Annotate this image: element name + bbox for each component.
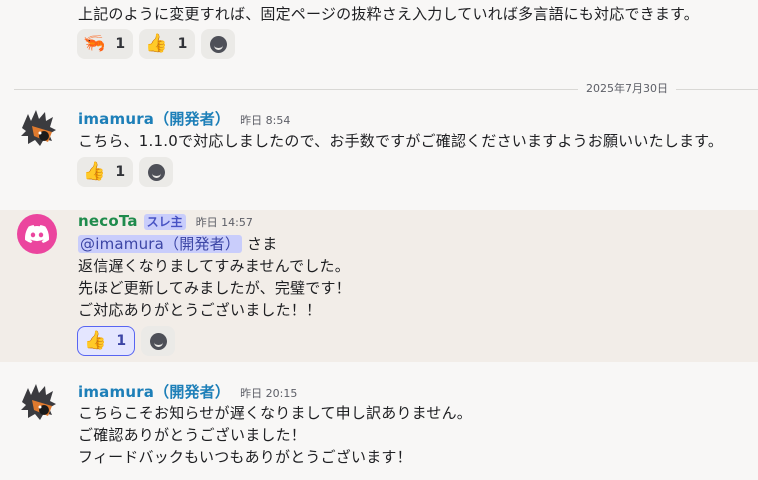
message-continued: 上記のように変更すれば、固定ページの抜粋さえ入力していれば多言語にも対応できます…: [0, 0, 758, 62]
username[interactable]: imamura（開発者）: [78, 108, 230, 129]
reaction-count: 1: [115, 164, 126, 180]
reaction-shrimp[interactable]: 🦐 1: [77, 29, 134, 59]
reaction-bar: 🦐 1 👍 1: [77, 29, 236, 59]
smile-icon: [147, 163, 165, 181]
thumbs-up-icon: 👍: [84, 330, 107, 351]
smile-icon: [149, 332, 167, 350]
message-header: necoTa スレ主 昨日 14:57: [78, 212, 253, 234]
message: imamura（開発者） 昨日 8:54 こちら、1.1.0で対応しましたので、…: [0, 100, 758, 196]
user-mention[interactable]: @imamura（開発者）: [78, 235, 243, 253]
add-reaction-button[interactable]: [141, 326, 176, 356]
add-reaction-button[interactable]: [139, 157, 174, 187]
reaction-bar: 👍 1: [77, 157, 174, 187]
message-line: こちらこそお知らせが遅くなりまして申し訳ありません。: [78, 404, 473, 422]
message-line: フィードバックもいつもありがとうございます！: [78, 448, 412, 466]
timestamp[interactable]: 昨日 14:57: [196, 214, 253, 230]
thumbs-up-icon: 👍: [145, 33, 168, 54]
op-badge: スレ主: [143, 214, 186, 230]
message-line: 先ほど更新してみましたが、完璧です！: [78, 279, 351, 297]
reaction-count: 1: [116, 333, 127, 349]
message-body: @imamura（開発者） さま 返信遅くなりましてすみませんでした。 先ほど更…: [78, 233, 351, 321]
reaction-thumbs-up[interactable]: 👍 1: [77, 326, 136, 356]
mention-line: @imamura（開発者） さま: [78, 233, 351, 255]
message: imamura（開発者） 昨日 20:15 こちらこそお知らせが遅くなりまして申…: [0, 374, 758, 480]
message-line: ご対応ありがとうございました！！: [78, 301, 322, 319]
username[interactable]: necoTa: [78, 212, 138, 230]
message-highlighted: necoTa スレ主 昨日 14:57 @imamura（開発者） さま 返信遅…: [0, 210, 758, 362]
hedgehog-avatar[interactable]: [18, 382, 58, 422]
thumbs-up-icon: 👍: [83, 161, 106, 182]
message-line: ご確認ありがとうございました！: [78, 426, 307, 444]
shrimp-icon: 🦐: [83, 33, 106, 54]
smile-icon: [209, 35, 227, 53]
add-reaction-button[interactable]: [201, 29, 236, 59]
timestamp[interactable]: 昨日 8:54: [240, 112, 290, 128]
hedgehog-avatar[interactable]: [18, 108, 58, 148]
message-header: imamura（開発者） 昨日 8:54: [78, 108, 290, 130]
username[interactable]: imamura（開発者）: [78, 381, 230, 402]
message-header: imamura（開発者） 昨日 20:15: [78, 381, 297, 403]
reaction-count: 1: [177, 36, 188, 52]
mention-suffix: さま: [242, 235, 278, 253]
message-line: 返信遅くなりましてすみませんでした。: [78, 257, 350, 275]
reaction-thumbs-up[interactable]: 👍 1: [139, 29, 196, 59]
discord-avatar[interactable]: [17, 214, 57, 254]
reaction-count: 1: [115, 36, 126, 52]
discord-icon: [25, 225, 49, 243]
reaction-bar: 👍 1: [77, 326, 176, 356]
date-divider: 2025年7月30日: [578, 82, 676, 96]
reaction-thumbs-up[interactable]: 👍 1: [77, 157, 134, 187]
message-body: こちらこそお知らせが遅くなりまして申し訳ありません。 ご確認ありがとうございまし…: [78, 402, 472, 468]
timestamp[interactable]: 昨日 20:15: [240, 385, 297, 401]
message-text: 上記のように変更すれば、固定ページの抜粋さえ入力していれば多言語にも対応できます…: [78, 5, 699, 23]
message-text: こちら、1.1.0で対応しましたので、お手数ですがご確認くださいますようお願いい…: [78, 132, 724, 150]
